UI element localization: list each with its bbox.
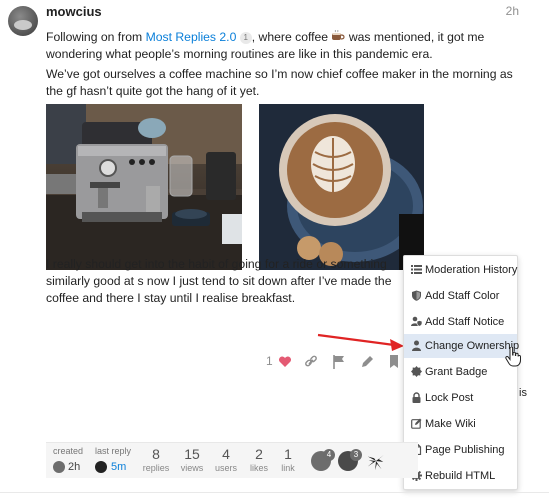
link-icon[interactable] (304, 352, 318, 372)
pencil-square-icon (411, 418, 422, 429)
users-label: users (214, 463, 237, 473)
like-count[interactable]: 1 (266, 354, 273, 374)
participant-avatar[interactable] (366, 451, 386, 471)
views-count: 15 (184, 446, 200, 462)
post-paragraph-2: We’ve got ourselves a coffee machine so … (46, 67, 513, 98)
menu-item-label: Add Staff Notice (425, 316, 505, 328)
links-label: link (281, 463, 295, 473)
shield-icon (412, 290, 421, 301)
menu-item-moderation-history[interactable]: Moderation History (404, 258, 517, 282)
post-paragraph-3: I really should get into the habit of go… (46, 257, 392, 305)
topic-link[interactable]: Most Replies 2.0 (146, 30, 237, 44)
participant-post-count: 3 (350, 449, 362, 461)
menu-item-change-ownership[interactable]: Change Ownership (404, 334, 519, 358)
coffee-icon (332, 30, 346, 40)
topic-summary: created 2h last reply 5m 8 replies 15 vi… (46, 442, 418, 478)
menu-item-label: Grant Badge (425, 366, 488, 378)
users-count: 4 (222, 446, 230, 462)
post-paragraph-1: Following on from Most Replies 2.0 1, wh… (46, 29, 526, 63)
flag-icon[interactable] (332, 352, 346, 372)
list-icon (411, 265, 422, 274)
menu-item-add-staff-notice[interactable]: Add Staff Notice (404, 310, 517, 334)
red-arrow-icon (317, 333, 404, 351)
pencil-icon[interactable] (360, 352, 374, 372)
last-reply-avatar[interactable] (95, 461, 107, 473)
divider (0, 492, 549, 493)
latte-illustration (259, 104, 424, 270)
lock-icon (412, 392, 421, 403)
latte-photo[interactable] (259, 104, 424, 270)
menu-item-grant-badge[interactable]: Grant Badge (404, 360, 517, 384)
menu-item-label: Add Staff Color (425, 290, 500, 302)
menu-item-rebuild-html[interactable]: Rebuild HTML (404, 464, 517, 488)
last-reply-label: last reply (95, 446, 132, 456)
menu-item-lock-post[interactable]: Lock Post (404, 386, 517, 410)
menu-item-label: Make Wiki (425, 418, 476, 430)
menu-item-label: Rebuild HTML (425, 470, 496, 482)
last-reply-value[interactable]: 5m (111, 461, 126, 473)
bookmark-icon[interactable] (388, 352, 400, 372)
p1-text-mid: , where coffee (251, 30, 332, 44)
created-value[interactable]: 2h (68, 461, 80, 473)
menu-item-add-staff-color[interactable]: Add Staff Color (404, 284, 517, 308)
created-label: created (53, 446, 84, 456)
replies-label: replies (142, 463, 170, 473)
replies-count: 8 (152, 446, 160, 462)
menu-item-label: Page Publishing (425, 444, 505, 456)
certificate-icon (411, 366, 422, 377)
link-count-badge: 1 (239, 32, 252, 44)
user-shield-icon (411, 316, 422, 327)
truncated-text: is (519, 387, 527, 399)
user-icon (412, 340, 421, 351)
menu-item-label: Lock Post (425, 392, 474, 404)
avatar[interactable] (8, 6, 38, 36)
menu-item-label: Moderation History (425, 264, 518, 276)
creator-avatar[interactable] (53, 461, 65, 473)
links-count: 1 (284, 446, 292, 462)
likes-label: likes (249, 463, 268, 473)
menu-item-make-wiki[interactable]: Make Wiki (404, 412, 517, 436)
menu-item-page-publishing[interactable]: Page Publishing (404, 438, 517, 462)
coffee-machine-illustration (46, 104, 242, 270)
post-username[interactable]: mowcius (46, 4, 102, 19)
hand-cursor-icon (505, 347, 521, 367)
post-age[interactable]: 2h (506, 4, 519, 18)
post-actions: 1 (260, 352, 410, 372)
likes-count: 2 (255, 446, 263, 462)
coffee-machine-photo[interactable] (46, 104, 242, 270)
admin-post-menu: Moderation History Add Staff Color Add S… (403, 255, 519, 490)
participant-post-count: 4 (323, 449, 335, 461)
views-label: views (180, 463, 204, 473)
p1-text-before: Following on from (46, 30, 146, 44)
heart-icon[interactable] (278, 352, 292, 372)
